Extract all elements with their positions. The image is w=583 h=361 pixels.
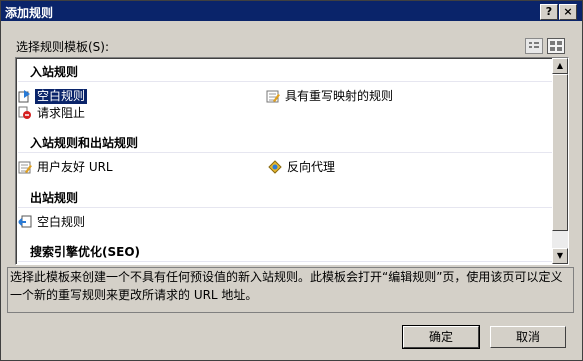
template-item-rewrite-map-rule[interactable]: 具有重写映射的规则 (266, 88, 395, 104)
scroll-up-button[interactable]: ▲ (552, 58, 568, 74)
template-item-label: 请求阻止 (37, 105, 86, 120)
scroll-down-button[interactable]: ▼ (552, 248, 568, 264)
template-item-blank-outbound-rule[interactable]: 空白规则 (18, 214, 87, 230)
close-button[interactable]: × (559, 4, 577, 20)
group-title-outbound: 出站规则 (30, 191, 79, 205)
request-blocking-icon (18, 106, 32, 120)
reverse-proxy-icon (268, 160, 282, 174)
group-divider (18, 152, 552, 153)
group-divider (18, 207, 552, 208)
template-label: 选择规则模板(S): (16, 40, 110, 54)
template-item-reverse-proxy[interactable]: 反向代理 (268, 159, 337, 175)
ok-button[interactable]: 确定 (402, 325, 480, 349)
vertical-scrollbar[interactable]: ▲ ▼ (552, 58, 568, 264)
group-divider (18, 81, 552, 82)
group-title-inbound: 入站规则 (30, 65, 79, 79)
template-item-label: 空白规则 (35, 88, 88, 104)
rule-template-list[interactable]: 入站规则 空白规则 具有重写映射的规则 请求阻止 入站规则和出站规则 用户友好 … (15, 57, 569, 265)
add-rule-dialog: 添加规则 ? × 选择规则模板(S): 入站规则 空白规则 具有重写映射的规则 (0, 0, 583, 361)
template-description: 选择此模板来创建一个不具有任何预设值的新入站规则。此模板会打开“编辑规则”页，使… (7, 267, 574, 313)
group-divider (18, 261, 552, 262)
blank-outbound-rule-icon (18, 215, 32, 229)
dialog-title: 添加规则 (5, 6, 54, 20)
user-friendly-url-icon (18, 160, 32, 174)
group-title-seo: 搜索引擎优化(SEO) (30, 245, 141, 259)
scroll-thumb[interactable] (552, 74, 568, 231)
large-icons-view-icon[interactable] (547, 38, 565, 54)
help-button[interactable]: ? (540, 4, 558, 20)
rewrite-map-rule-icon (266, 89, 280, 103)
template-item-label: 用户友好 URL (37, 159, 113, 174)
small-icons-view-icon[interactable] (525, 38, 543, 54)
template-item-blank-inbound-rule[interactable]: 空白规则 (18, 88, 88, 104)
template-item-label: 反向代理 (287, 159, 336, 174)
template-item-label: 具有重写映射的规则 (285, 88, 394, 103)
template-item-user-friendly-url[interactable]: 用户友好 URL (18, 159, 115, 175)
blank-inbound-rule-icon (18, 89, 32, 103)
group-title-inbound-outbound: 入站规则和出站规则 (30, 136, 139, 150)
cancel-button[interactable]: 取消 (490, 326, 566, 348)
title-bar[interactable]: 添加规则 ? × (1, 1, 582, 21)
template-item-request-blocking[interactable]: 请求阻止 (18, 105, 87, 121)
template-item-label: 空白规则 (37, 214, 86, 229)
